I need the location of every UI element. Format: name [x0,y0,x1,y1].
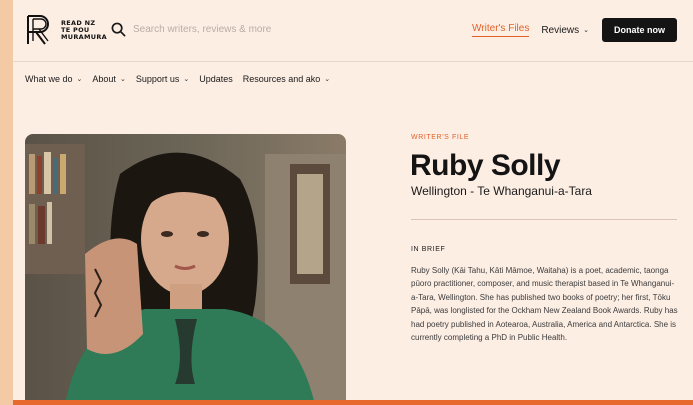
chevron-down-icon: ⌄ [583,27,589,34]
menu-item-what-we-do[interactable]: What we do ⌄ [25,74,82,84]
author-portrait-image [25,134,346,405]
menu-item-resources[interactable]: Resources and ako ⌄ [243,74,330,84]
logo-line-3: MURAMURA [61,32,107,41]
nav-writers-files-link[interactable]: Writer's Files [472,23,530,37]
menu-item-support-us[interactable]: Support us ⌄ [136,74,189,84]
header-nav: Writer's Files Reviews ⌄ Donate now [472,18,677,42]
author-portrait [25,134,346,405]
nav-reviews-label: Reviews [541,24,580,36]
search-input[interactable]: Search writers, reviews & more [133,24,271,35]
chevron-down-icon: ⌄ [183,76,190,83]
site-logo[interactable]: READ NZ TE POU MURAMURA [25,14,107,46]
chevron-down-icon: ⌄ [76,76,83,83]
logo-wordmark: READ NZ TE POU MURAMURA [61,19,107,41]
left-edge-strip [0,0,13,405]
menu-item-label: About [92,74,116,84]
nav-reviews-dropdown[interactable]: Reviews ⌄ [541,25,589,36]
search-bar[interactable]: Search writers, reviews & more [111,22,271,37]
menu-item-updates[interactable]: Updates [199,74,233,84]
menu-item-label: Support us [135,74,180,84]
divider [411,219,677,220]
author-name: Ruby Solly [410,149,561,182]
donate-button[interactable]: Donate now [602,18,677,42]
author-location: Wellington - Te Whanganui-a-Tara [411,184,592,198]
menu-item-about[interactable]: About ⌄ [92,74,125,84]
in-brief-heading: IN BRIEF [411,246,446,253]
chevron-down-icon: ⌄ [119,76,126,83]
accent-bar [13,400,693,405]
search-icon[interactable] [111,22,126,37]
menu-item-label: Updates [199,74,233,84]
menu-item-label: Resources and ako [242,74,321,84]
main-menu: What we do ⌄ About ⌄ Support us ⌄ Update… [25,74,340,84]
writers-file-kicker: WRITER'S FILE [411,134,470,141]
site-header: READ NZ TE POU MURAMURA Search writers, … [13,0,693,62]
menu-item-label: What we do [25,74,73,84]
logo-mark-icon [27,15,49,45]
page: READ NZ TE POU MURAMURA Search writers, … [13,0,693,405]
chevron-down-icon: ⌄ [324,76,331,83]
author-bio: Ruby Solly (Kāi Tahu, Kāti Māmoe, Waitah… [411,266,678,343]
